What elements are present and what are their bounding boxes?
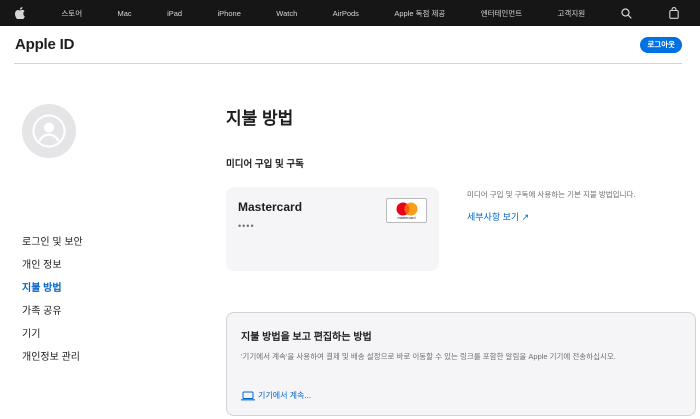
mastercard-circles-icon [396, 202, 418, 216]
continue-on-device-label: 기기에서 계속... [258, 391, 312, 400]
payment-description: 미디어 구입 및 구독에 사용하는 기본 지불 방법입니다. [467, 190, 636, 199]
sidebar-item-payment-methods[interactable]: 지불 방법 [22, 282, 83, 305]
nav-item-exclusive[interactable]: Apple 독점 제공 [394, 8, 445, 19]
card-masked-number: •••• [238, 221, 255, 231]
info-box-title: 지불 방법을 보고 편집하는 방법 [241, 332, 372, 343]
nav-item-support[interactable]: 고객지원 [558, 8, 586, 19]
sidebar-item-devices[interactable]: 기기 [22, 328, 83, 351]
payment-card[interactable]: Mastercard •••• mastercard [226, 187, 439, 271]
nav-item-entertainment[interactable]: 엔터테인먼트 [481, 8, 522, 19]
search-icon[interactable] [621, 7, 633, 19]
info-box: 지불 방법을 보고 편집하는 방법 '기기에서 계속'을 사용하여 결제 및 배… [226, 312, 696, 416]
sidebar-item-sign-in-security[interactable]: 로그인 및 보안 [22, 236, 83, 259]
nav-item-iphone[interactable]: iPhone [218, 9, 241, 18]
nav-item-mac[interactable]: Mac [118, 9, 132, 18]
page-header-title: Apple ID [15, 36, 75, 53]
continue-on-device-link[interactable]: 기기에서 계속... [241, 390, 311, 401]
apple-logo-icon[interactable] [14, 7, 26, 19]
nav-item-ipad[interactable]: iPad [167, 9, 182, 18]
user-icon [32, 114, 66, 148]
nav-item-watch[interactable]: Watch [276, 9, 297, 18]
laptop-icon [241, 391, 255, 400]
section-title: 미디어 구입 및 구독 [226, 159, 304, 170]
bag-icon[interactable] [668, 7, 680, 19]
view-details-link[interactable]: 세부사항 보기 ↗ [467, 210, 529, 223]
logout-button[interactable]: 로그아웃 [640, 36, 682, 53]
mastercard-logo: mastercard [386, 198, 427, 223]
page-title: 지불 방법 [226, 109, 294, 128]
card-name: Mastercard [238, 200, 303, 214]
nav-item-store[interactable]: 스토어 [61, 8, 82, 19]
mastercard-wordmark: mastercard [397, 216, 416, 220]
sidebar-item-family-sharing[interactable]: 가족 공유 [22, 305, 83, 328]
avatar [22, 104, 76, 158]
sidebar-item-privacy[interactable]: 개인정보 관리 [22, 351, 83, 374]
apple-id-header: Apple ID 로그아웃 [14, 26, 682, 64]
info-box-body: '기기에서 계속'을 사용하여 결제 및 배송 설정으로 바로 이동할 수 있는… [241, 352, 616, 361]
nav-item-airpods[interactable]: AirPods [333, 9, 359, 18]
global-nav: 스토어 Mac iPad iPhone Watch AirPods Apple … [0, 0, 700, 26]
sidebar-item-personal-info[interactable]: 개인 정보 [22, 259, 83, 282]
sidebar-nav: 로그인 및 보안 개인 정보 지불 방법 가족 공유 기기 개인정보 관리 [22, 236, 83, 374]
